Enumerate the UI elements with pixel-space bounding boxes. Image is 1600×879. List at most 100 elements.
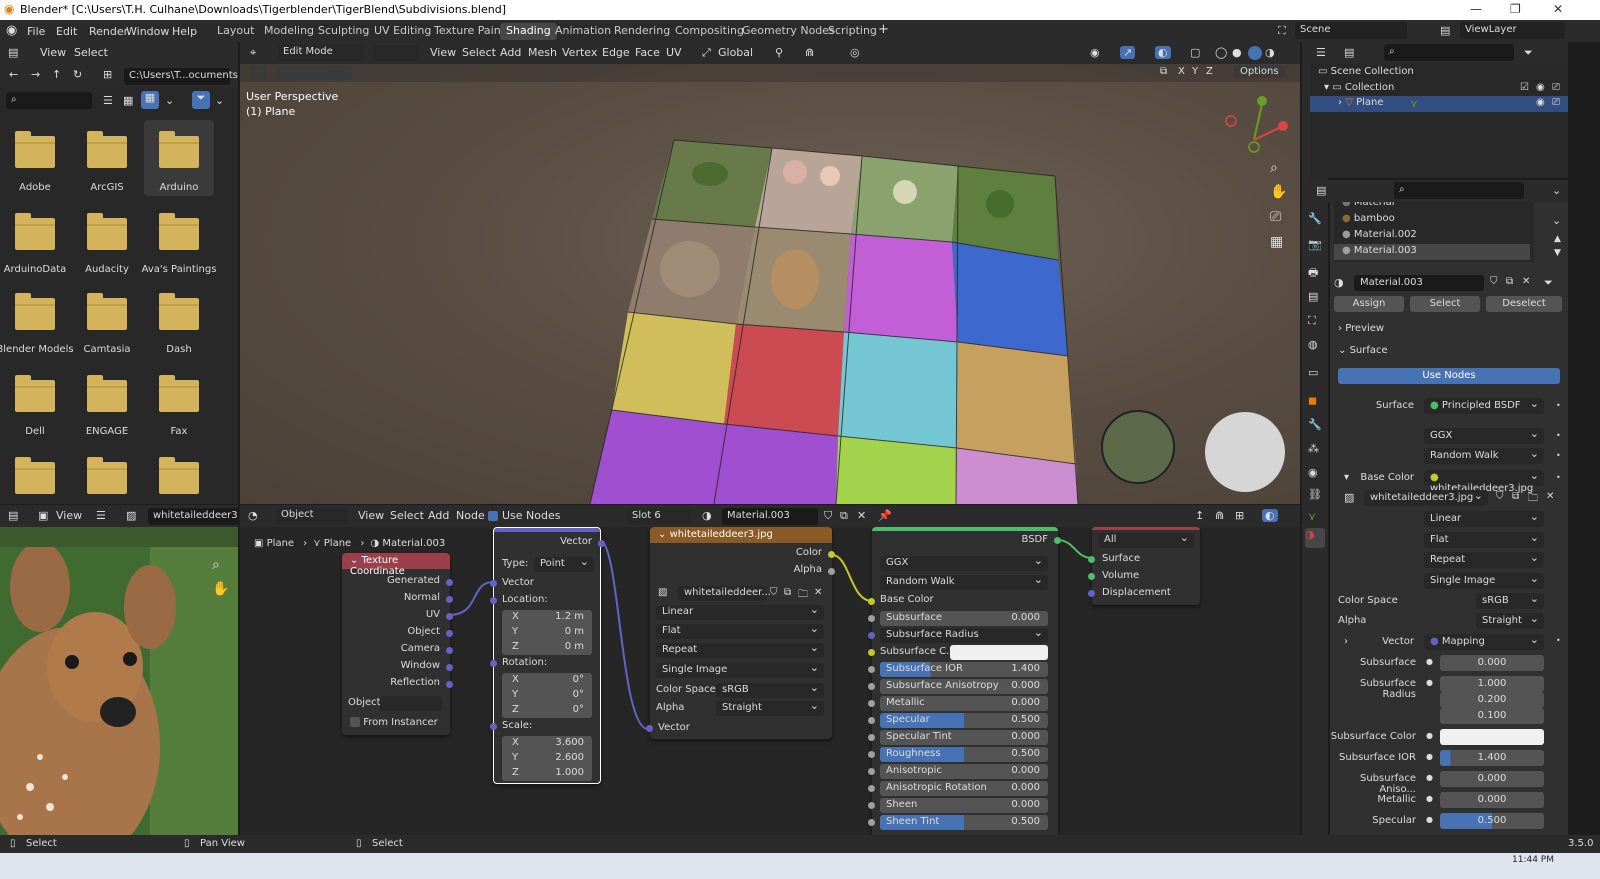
subsurface-color-swatch[interactable] — [950, 645, 1048, 660]
output-tab-icon[interactable]: 🖶 — [1308, 264, 1318, 283]
visibility-icon[interactable]: ◉ — [1090, 46, 1100, 59]
fake-user-icon[interactable]: ⛉ — [1496, 491, 1504, 502]
tab-rendering[interactable]: Rendering — [608, 23, 676, 40]
bsdf-input-socket[interactable] — [868, 717, 875, 724]
mapping-rot-field[interactable]: X 0° — [502, 673, 592, 688]
source-dropdown[interactable]: Single Image — [1424, 572, 1544, 589]
transform-icon[interactable]: ⤢ — [702, 46, 711, 60]
texcoord-socket[interactable] — [446, 579, 453, 586]
eye-icon[interactable]: ◉ — [1536, 97, 1545, 108]
mapping-out-socket[interactable] — [598, 540, 605, 547]
ne-menu-add[interactable]: Add — [428, 509, 449, 522]
move-up-icon[interactable]: ▲ — [1554, 234, 1561, 244]
maximize-icon[interactable]: ❐ — [1510, 2, 1521, 16]
path-field[interactable]: C:\Users\T...ocuments\ — [124, 68, 238, 85]
image-texture-node[interactable]: ⌄ whitetaileddeer3.jpg Color Alpha ▨ whi… — [646, 527, 835, 739]
vp-menu-vertex[interactable]: Vertex — [562, 46, 597, 59]
bsdf-input-socket[interactable] — [868, 649, 875, 656]
fb-view-menu[interactable]: View — [40, 46, 66, 59]
open-folder-icon[interactable]: 🗀 — [1528, 491, 1538, 508]
camera-icon[interactable]: ⎚ — [1552, 82, 1560, 93]
keyframe-dot-icon[interactable]: • — [1556, 636, 1561, 645]
pin-icon[interactable]: 📌 — [878, 509, 892, 522]
link-socket-icon[interactable]: ● — [1426, 794, 1433, 803]
surface-socket[interactable] — [1088, 556, 1095, 563]
base-color-field[interactable]: ● whitetaileddeer3.jpg — [1424, 469, 1544, 494]
bsdf-input-socket[interactable] — [868, 768, 875, 775]
alpha-out-socket[interactable] — [828, 568, 835, 575]
proportional-icon[interactable]: ◎ — [850, 46, 860, 59]
particles-tab-icon[interactable]: ⁂ — [1308, 442, 1319, 455]
mapping-loc-field[interactable]: X 1.2 m — [502, 610, 592, 625]
mapping-loc-socket[interactable] — [490, 597, 497, 604]
image-editor-type-icon[interactable]: ▤ — [8, 509, 18, 522]
bsdf-subsurface-field[interactable]: Subsurface 0.000 — [880, 611, 1048, 626]
extension-dropdown[interactable]: Repeat — [656, 641, 824, 658]
from-instancer-checkbox[interactable] — [350, 717, 360, 727]
bsdf-subsurface-ior-field[interactable]: Subsurface IOR 1.400 — [880, 662, 1048, 677]
thumbnail-view-icon[interactable]: ▦ — [141, 91, 159, 109]
tool-tab-icon[interactable]: 🔧 — [1308, 212, 1322, 225]
chevron-down-icon[interactable]: ⌄ — [1552, 184, 1561, 197]
fake-user-icon[interactable]: ⛉ — [824, 509, 832, 523]
displacement-socket[interactable] — [1088, 590, 1095, 597]
alpha-mode-dropdown[interactable]: Straight — [716, 699, 824, 716]
pivot-icon[interactable]: ⚲ — [775, 46, 783, 59]
metallic-field[interactable]: 0.000 — [1440, 792, 1544, 808]
texcoord-socket[interactable] — [446, 664, 453, 671]
physics-tab-icon[interactable]: ◉ — [1308, 466, 1318, 479]
alpha-mode-dropdown[interactable]: Straight — [1476, 612, 1544, 629]
unlink-icon[interactable]: ✕ — [857, 509, 866, 522]
orientation-selector[interactable]: Global — [718, 46, 753, 59]
bsdf-subsurface-anisotropy-field[interactable]: Subsurface Anisotropy 0.000 — [880, 679, 1048, 694]
bsdf-specular-field[interactable]: Specular 0.500 — [880, 713, 1048, 728]
material-slot-list[interactable]: ● Material ● bamboo ● Material.002 ● Materi… — [1334, 202, 1534, 262]
snap-grid-icon[interactable]: ⊞ — [1235, 509, 1244, 522]
duplicate-icon[interactable]: ⧉ — [840, 509, 848, 523]
folder-item[interactable] — [72, 446, 142, 504]
base-color-socket[interactable] — [868, 598, 875, 605]
eye-icon[interactable]: ◉ — [1536, 82, 1545, 93]
folder-item[interactable]: Arduino — [144, 120, 214, 196]
subsurface-radius-y[interactable]: 0.200 — [1440, 692, 1544, 708]
duplicate-icon[interactable]: ⧉ — [784, 587, 791, 598]
image-browse-icon[interactable]: ▨ — [658, 587, 667, 598]
parent-node-icon[interactable]: ↥ — [1195, 509, 1204, 522]
parent-dir-icon[interactable]: ↑ — [52, 68, 61, 81]
material-slot-item[interactable]: ● bamboo — [1334, 212, 1530, 228]
principled-bsdf-node[interactable]: BSDF GGX Random Walk Base Color Subsurfa… — [868, 527, 1061, 835]
vp-menu-mesh[interactable]: Mesh — [528, 46, 557, 59]
bsdf-input-socket[interactable] — [868, 666, 875, 673]
outliner-editor-icon[interactable]: ☰ — [1316, 46, 1326, 59]
data-tab-icon[interactable]: ⋎ — [1308, 510, 1316, 523]
fb-search-input[interactable]: ⌕ — [6, 92, 92, 109]
link-socket-icon[interactable]: ● — [1426, 657, 1433, 666]
interpolation-dropdown[interactable]: Linear — [656, 603, 824, 620]
mapping-rot-field[interactable]: Z 0° — [502, 703, 592, 718]
mapping-rot-socket[interactable] — [490, 660, 497, 667]
fake-user-icon[interactable]: ⛉ — [1490, 276, 1498, 287]
projection-dropdown[interactable]: Flat — [1424, 531, 1544, 548]
collection-row[interactable]: ▾ ▭ Collection — [1324, 82, 1394, 93]
subsurface-radius-x[interactable]: 1.000 — [1440, 676, 1544, 692]
collection-tab-icon[interactable]: ▭ — [1308, 366, 1318, 379]
blender-menu-icon[interactable]: ◉ — [6, 23, 17, 38]
distribution-dropdown[interactable]: GGX — [880, 554, 1048, 571]
properties-editor-icon[interactable]: ▤ — [1316, 184, 1326, 197]
view-mode-icon[interactable]: ▣ — [38, 509, 48, 522]
vp-menu-add[interactable]: Add — [500, 46, 521, 59]
deselect-button[interactable]: Deselect — [1486, 296, 1562, 312]
mapping-scl-field[interactable]: Z 1.000 — [502, 766, 592, 781]
filter-icon[interactable]: ⏷ — [192, 91, 210, 109]
bsdf-out-socket[interactable] — [1054, 537, 1061, 544]
select-button[interactable]: Select — [1410, 296, 1480, 312]
interpolation-dropdown[interactable]: Linear — [1424, 510, 1544, 527]
imagetex-vector-socket[interactable] — [646, 725, 653, 732]
tab-animation[interactable]: Animation — [549, 23, 617, 40]
vp-menu-view[interactable]: View — [430, 46, 456, 59]
world-tab-icon[interactable]: ◍ — [1308, 338, 1318, 351]
vp-menu-uv[interactable]: UV — [666, 46, 682, 59]
tab-layout[interactable]: Layout — [211, 23, 260, 40]
chevron-down-icon[interactable]: ⌄ — [165, 94, 174, 107]
subsurface-radius-z[interactable]: 0.100 — [1440, 708, 1544, 724]
